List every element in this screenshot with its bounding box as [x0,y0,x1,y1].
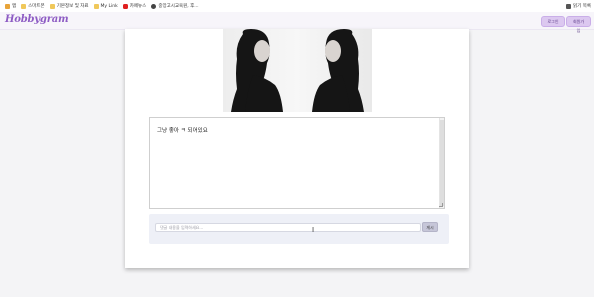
bookmark-label: 중앙고시교육원, 후... [158,4,199,9]
bookmark-label: 카페뉴스 [129,4,147,9]
logo[interactable]: Hobbygram [5,14,69,25]
login-button[interactable]: 로그인 [541,16,565,27]
reading-list-label: 읽기 목록 [573,4,591,9]
post-content: 그냥 좋아 ㅋ 되어있요 [157,128,208,134]
bookmark-basic-info[interactable]: 기본정보 및 자료 [49,3,89,9]
apps-icon [5,3,10,9]
bookmark-label: My Link [100,3,118,9]
comment-input[interactable]: 댓글 내용을 입력하세요... [155,223,421,232]
textarea-scrollbar[interactable] [439,118,444,208]
reading-list-icon [566,3,571,9]
signup-button[interactable]: 회원가입 [566,16,591,33]
bookmark-gosi[interactable]: 중앙고시교육원, 후... [151,3,199,9]
scroll-thumb[interactable] [440,120,444,206]
comment-panel: 댓글 내용을 입력하세요... 게시 [149,214,449,244]
folder-icon [93,3,99,9]
app-header: Hobbygram 로그인 회원가입 [0,12,594,33]
bookmark-smartphone[interactable]: 스마트폰 [21,3,45,9]
figure-right [312,29,364,112]
photo-figures [231,29,364,112]
figure-left [231,29,283,112]
resize-handle[interactable] [439,203,443,207]
folder-icon [21,3,27,9]
post-photo [223,29,372,112]
bookmark-label: 앱 [12,4,17,9]
youtube-icon [122,3,128,9]
bookmark-label: 기본정보 및 자료 [56,4,89,9]
post-content-textarea[interactable]: 그냥 좋아 ㅋ 되어있요 [149,117,445,209]
bookmark-apps[interactable]: 앱 [5,3,16,9]
site-icon [151,3,157,9]
folder-icon [49,3,55,9]
bookmark-label: 스마트폰 [28,4,45,9]
comment-submit-button[interactable]: 게시 [422,222,438,232]
reading-list[interactable]: 읽기 목록 [566,0,591,12]
bookmark-cafe-news[interactable]: 카페뉴스 [122,3,147,9]
text-cursor-icon: I [312,226,315,234]
bookmark-my-link[interactable]: My Link [93,3,118,9]
